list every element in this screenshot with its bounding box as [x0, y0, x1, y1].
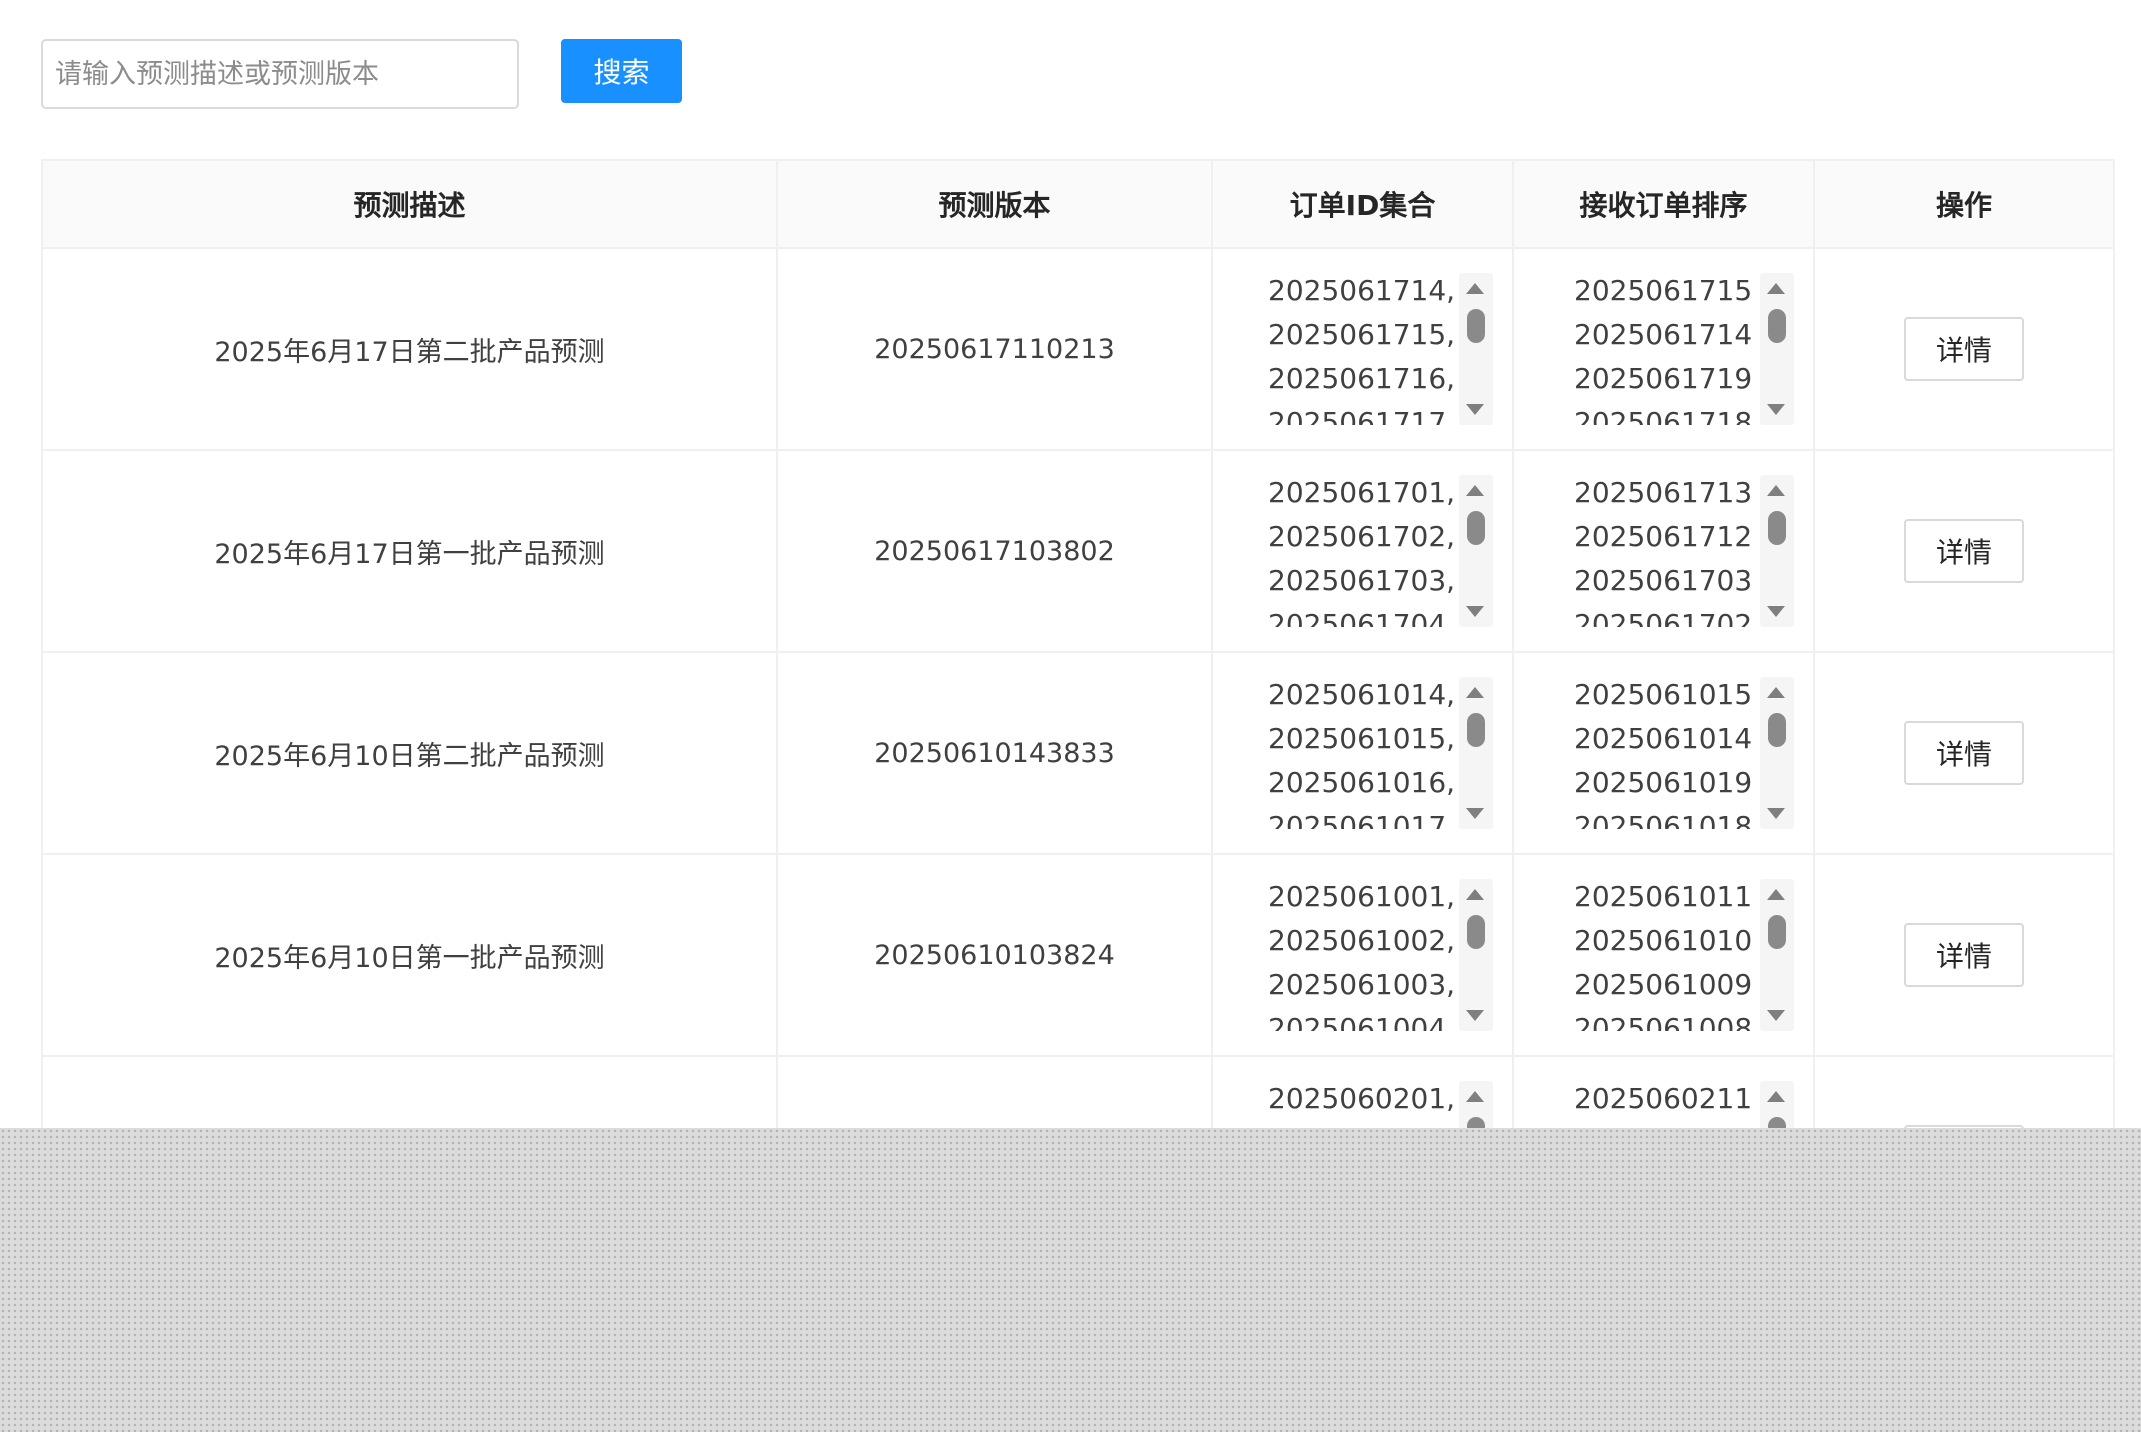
scroll-down-arrow-icon[interactable]: [1767, 808, 1785, 819]
table-row: 2025年6月17日第二批产品预测 20250617110213 202506171…: [41, 247, 2115, 451]
table-row: 2025年6月10日第二批产品预测 20250610143833 202506101…: [41, 651, 2115, 855]
scroll-up-arrow-icon[interactable]: [1466, 1091, 1484, 1102]
vertical-scrollbar[interactable]: [1760, 273, 1794, 425]
order-ids-scroll-container[interactable]: 2025061714, 2025061715, 2025061716, 2025061…: [1213, 249, 1512, 449]
scroll-up-arrow-icon[interactable]: [1466, 485, 1484, 496]
received-order-cell: 2025061011 2025061010 2025061009 2025061008: [1512, 853, 1815, 1057]
scrollbar-thumb[interactable]: [1768, 713, 1786, 747]
search-button[interactable]: 搜索: [561, 39, 682, 103]
scroll-down-arrow-icon[interactable]: [1466, 404, 1484, 415]
forecast-version-cell: 20250610103824: [776, 853, 1213, 1057]
column-header-version: 预测版本: [776, 159, 1213, 249]
scroll-down-arrow-icon[interactable]: [1767, 404, 1785, 415]
table-row: 2025年6月17日第一批产品预测 20250617103802 202506170…: [41, 449, 2115, 653]
column-header-description: 预测描述: [41, 159, 778, 249]
vertical-scrollbar[interactable]: [1459, 273, 1493, 425]
scrollbar-thumb[interactable]: [1768, 511, 1786, 545]
scrollbar-thumb[interactable]: [1467, 511, 1485, 545]
received-order-scroll-container[interactable]: 2025061715 2025061714 2025061719 2025061718: [1514, 249, 1813, 449]
forecast-version-cell: 20250617103802: [776, 449, 1213, 653]
scroll-down-arrow-icon[interactable]: [1767, 606, 1785, 617]
order-ids-cell: 2025061001, 2025061002, 2025061003, 2025061…: [1211, 853, 1514, 1057]
scroll-down-arrow-icon[interactable]: [1466, 1010, 1484, 1021]
actions-cell: 详情: [1813, 853, 2115, 1057]
received-order-cell: 2025061715 2025061714 2025061719 2025061718: [1512, 247, 1815, 451]
vertical-scrollbar[interactable]: [1459, 475, 1493, 627]
vertical-scrollbar[interactable]: [1459, 879, 1493, 1031]
received-order-cell: 2025061015 2025061014 2025061019 2025061018: [1512, 651, 1815, 855]
order-ids-scroll-container[interactable]: 2025061014, 2025061015, 2025061016, 2025061…: [1213, 653, 1512, 853]
table-row: 2025年6月10日第一批产品预测 20250610103824 202506100…: [41, 853, 2115, 1057]
scroll-down-arrow-icon[interactable]: [1466, 606, 1484, 617]
scrollbar-thumb[interactable]: [1768, 309, 1786, 343]
forecast-description-cell: 2025年6月10日第二批产品预测: [41, 651, 778, 855]
actions-cell: 详情: [1813, 449, 2115, 653]
scroll-up-arrow-icon[interactable]: [1466, 283, 1484, 294]
detail-button[interactable]: 详情: [1904, 519, 2024, 583]
scroll-up-arrow-icon[interactable]: [1767, 687, 1785, 698]
actions-cell: 详情: [1813, 651, 2115, 855]
scroll-up-arrow-icon[interactable]: [1466, 889, 1484, 900]
column-header-order-ids: 订单ID集合: [1211, 159, 1514, 249]
scroll-up-arrow-icon[interactable]: [1767, 889, 1785, 900]
detail-button[interactable]: 详情: [1904, 317, 2024, 381]
vertical-scrollbar[interactable]: [1459, 677, 1493, 829]
order-ids-cell: 2025061014, 2025061015, 2025061016, 2025061…: [1211, 651, 1514, 855]
table-header-row: 预测描述 预测版本 订单ID集合 接收订单排序 操作: [41, 159, 2115, 249]
forecast-description-cell: 2025年6月17日第二批产品预测: [41, 247, 778, 451]
search-input[interactable]: [41, 39, 519, 109]
scroll-up-arrow-icon[interactable]: [1466, 687, 1484, 698]
forecast-version-cell: 20250617110213: [776, 247, 1213, 451]
vertical-scrollbar[interactable]: [1760, 879, 1794, 1031]
vertical-scrollbar[interactable]: [1760, 475, 1794, 627]
order-ids-scroll-container[interactable]: 2025061701, 2025061702, 2025061703, 2025061…: [1213, 451, 1512, 651]
order-ids-cell: 2025061701, 2025061702, 2025061703, 2025061…: [1211, 449, 1514, 653]
scrollbar-thumb[interactable]: [1467, 915, 1485, 949]
forecast-description-cell: 2025年6月17日第一批产品预测: [41, 449, 778, 653]
column-header-received-order: 接收订单排序: [1512, 159, 1815, 249]
scrollbar-thumb[interactable]: [1467, 309, 1485, 343]
received-order-cell: 2025061713 2025061712 2025061703 2025061702: [1512, 449, 1815, 653]
order-ids-cell: 2025061714, 2025061715, 2025061716, 2025061…: [1211, 247, 1514, 451]
scrollbar-thumb[interactable]: [1467, 713, 1485, 747]
received-order-scroll-container[interactable]: 2025061011 2025061010 2025061009 2025061008: [1514, 855, 1813, 1055]
detail-button[interactable]: 详情: [1904, 923, 2024, 987]
table-body: 2025年6月17日第二批产品预测 20250617110213 202506171…: [41, 247, 2115, 1259]
detail-button[interactable]: 详情: [1904, 721, 2024, 785]
scroll-up-arrow-icon[interactable]: [1767, 283, 1785, 294]
received-order-scroll-container[interactable]: 2025061015 2025061014 2025061019 2025061018: [1514, 653, 1813, 853]
forecast-description-cell: 2025年6月10日第一批产品预测: [41, 853, 778, 1057]
order-ids-scroll-container[interactable]: 2025061001, 2025061002, 2025061003, 2025061…: [1213, 855, 1512, 1055]
dotted-overlay: [0, 1128, 2141, 1432]
vertical-scrollbar[interactable]: [1760, 677, 1794, 829]
scrollbar-thumb[interactable]: [1768, 915, 1786, 949]
scroll-down-arrow-icon[interactable]: [1767, 1010, 1785, 1021]
scroll-up-arrow-icon[interactable]: [1767, 485, 1785, 496]
forecast-table: 预测描述 预测版本 订单ID集合 接收订单排序 操作 2025年6月17日第二批…: [41, 159, 2115, 1259]
forecast-version-cell: 20250610143833: [776, 651, 1213, 855]
table-header: 预测描述 预测版本 订单ID集合 接收订单排序 操作: [41, 159, 2115, 249]
scroll-down-arrow-icon[interactable]: [1466, 808, 1484, 819]
column-header-actions: 操作: [1813, 159, 2115, 249]
actions-cell: 详情: [1813, 247, 2115, 451]
scroll-up-arrow-icon[interactable]: [1767, 1091, 1785, 1102]
received-order-scroll-container[interactable]: 2025061713 2025061712 2025061703 2025061702: [1514, 451, 1813, 651]
